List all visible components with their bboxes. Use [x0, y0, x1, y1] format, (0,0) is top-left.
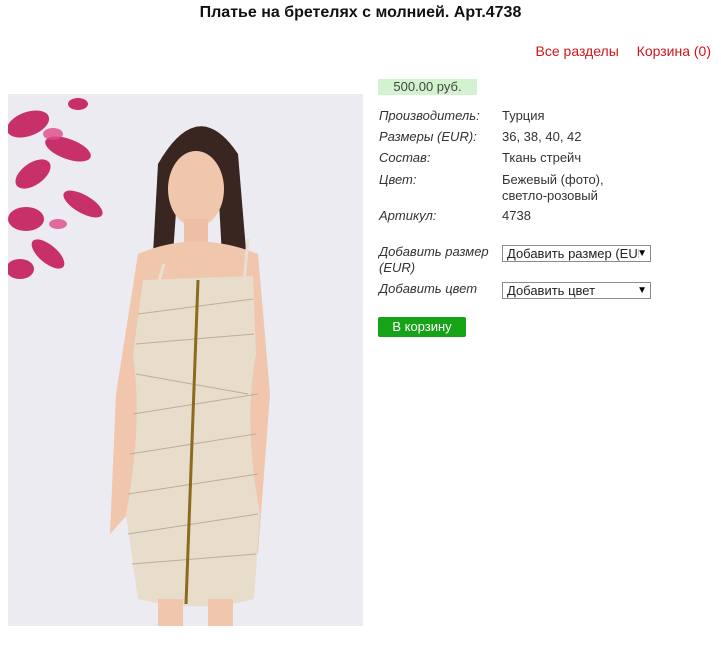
composition-label: Состав: — [379, 150, 431, 165]
color-label: Цвет: — [379, 172, 417, 187]
page-title: Платье на бретелях с молнией. Арт.4738 — [199, 4, 522, 21]
manufacturer-label: Производитель: — [379, 108, 480, 123]
manufacturer-value: Турция — [502, 108, 545, 123]
size-select[interactable]: Добавить размер (EUR) ▼ — [502, 245, 651, 262]
top-nav: Все разделы Корзина (0) — [522, 43, 711, 59]
cart-link[interactable]: Корзина (0) — [637, 43, 711, 59]
color-select-value: Добавить цвет — [507, 283, 596, 298]
price-badge: 500.00 руб. — [378, 79, 477, 95]
color-select[interactable]: Добавить цвет ▼ — [502, 282, 651, 299]
size-select-value: Добавить размер (EUR) — [507, 246, 639, 261]
article-value: 4738 — [502, 208, 531, 223]
chevron-down-icon: ▼ — [637, 248, 647, 259]
all-sections-link[interactable]: Все разделы — [536, 43, 619, 59]
add-size-label: Добавить размер (EUR) — [379, 244, 489, 275]
add-color-label: Добавить цвет — [379, 281, 478, 296]
sizes-label: Размеры (EUR): — [379, 129, 477, 144]
product-photo[interactable] — [8, 94, 363, 626]
color-value: Бежевый (фото), светло-розовый — [502, 172, 604, 203]
chevron-down-icon: ▼ — [637, 285, 647, 296]
add-to-cart-button[interactable]: В корзину — [378, 317, 466, 337]
composition-value: Ткань стрейч — [502, 150, 582, 165]
sizes-value: 36, 38, 40, 42 — [502, 129, 582, 144]
article-label: Артикул: — [379, 208, 437, 223]
